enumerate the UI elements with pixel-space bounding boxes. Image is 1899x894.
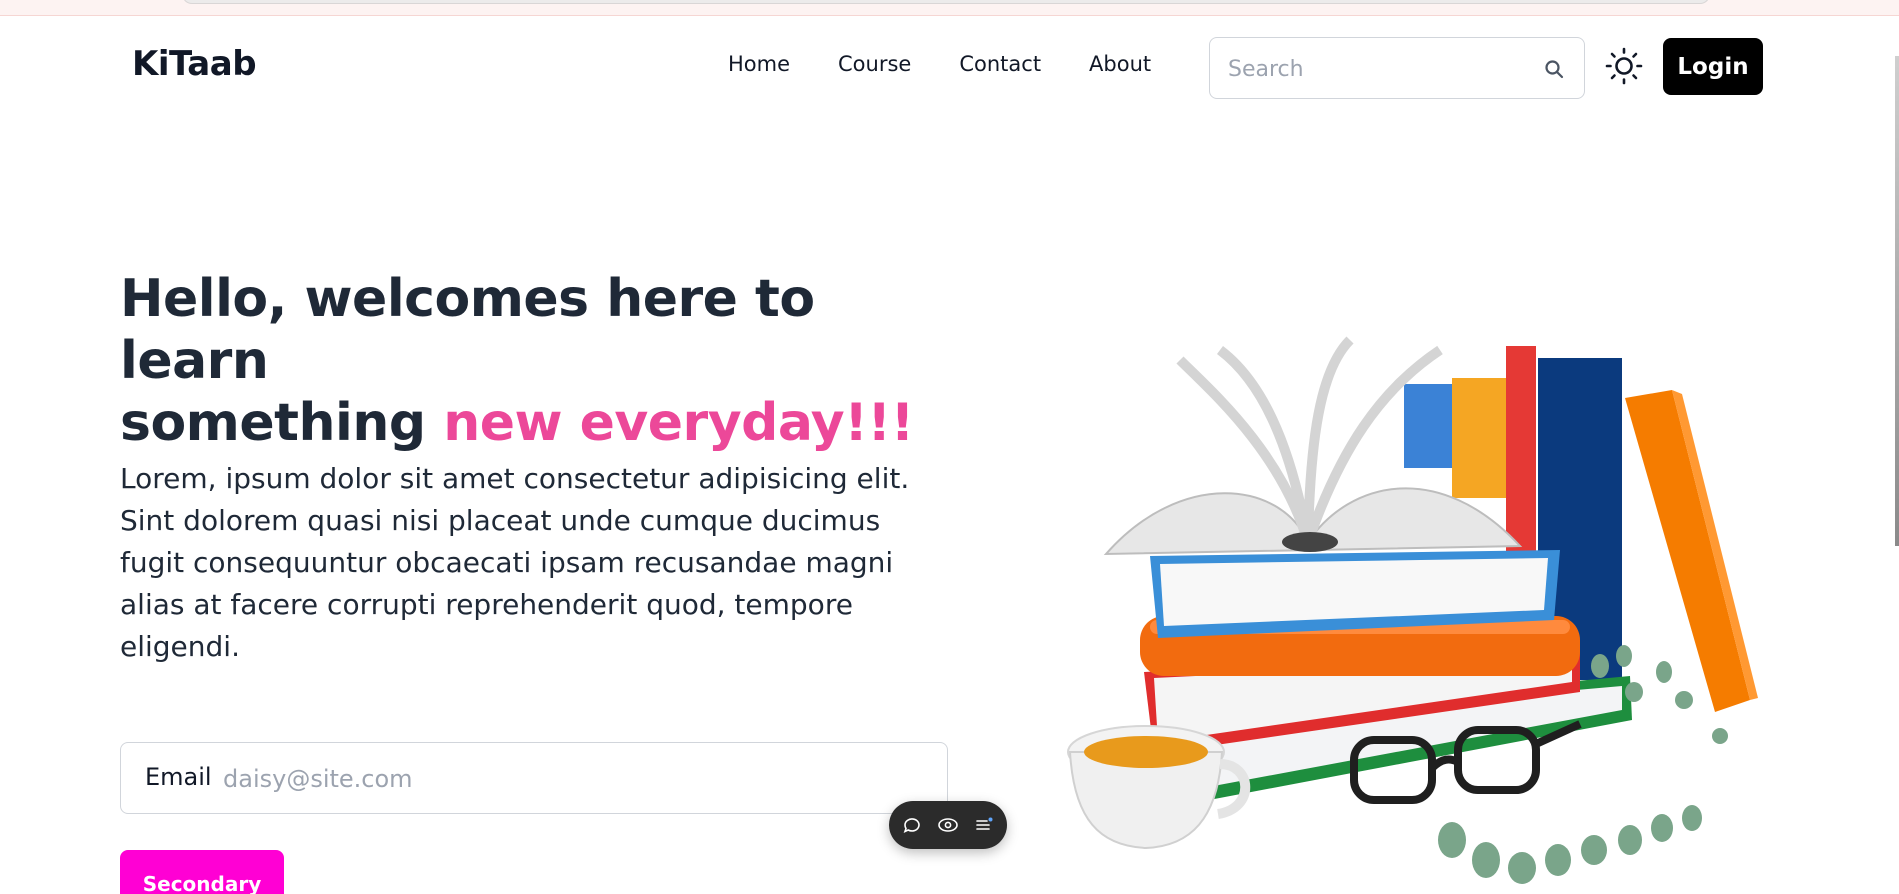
page-scrollbar[interactable]: [1895, 56, 1899, 546]
floating-toolbar: [889, 801, 1007, 849]
nav-link-course[interactable]: Course: [814, 52, 935, 76]
browser-top-strip: [0, 0, 1899, 16]
email-label: Email: [145, 763, 212, 791]
eye-icon[interactable]: [936, 813, 960, 837]
login-button[interactable]: Login: [1663, 38, 1763, 95]
hero-title-line1: Hello, welcomes here to learn: [120, 269, 815, 391]
hero-description: Lorem, ipsum dolor sit amet consectetur …: [120, 462, 910, 663]
email-input[interactable]: [223, 762, 903, 796]
search-box: [1209, 37, 1585, 99]
nav-link-contact[interactable]: Contact: [935, 52, 1065, 76]
hero-title-accent: new everyday!!!: [443, 393, 914, 453]
list-icon[interactable]: [972, 813, 996, 837]
search-input[interactable]: [1228, 53, 1528, 85]
sun-icon[interactable]: [1604, 46, 1644, 86]
nav-links: Home Course Contact About: [704, 52, 1175, 76]
secondary-button[interactable]: Secondary: [120, 850, 284, 894]
brand-logo[interactable]: KiTaab: [132, 44, 257, 84]
email-field: Email: [120, 742, 948, 814]
comment-icon[interactable]: [900, 813, 924, 837]
hero-title: Hello, welcomes here to learn something …: [120, 268, 980, 454]
browser-tab-pill: [182, 0, 1710, 4]
navbar: KiTaab Home Course Contact About Login: [0, 16, 1899, 116]
nav-link-about[interactable]: About: [1065, 52, 1175, 76]
nav-link-home[interactable]: Home: [704, 52, 814, 76]
hero-title-line2: something: [120, 393, 444, 453]
books-stack-illustration: [1067, 336, 1758, 884]
search-icon[interactable]: [1542, 57, 1566, 81]
